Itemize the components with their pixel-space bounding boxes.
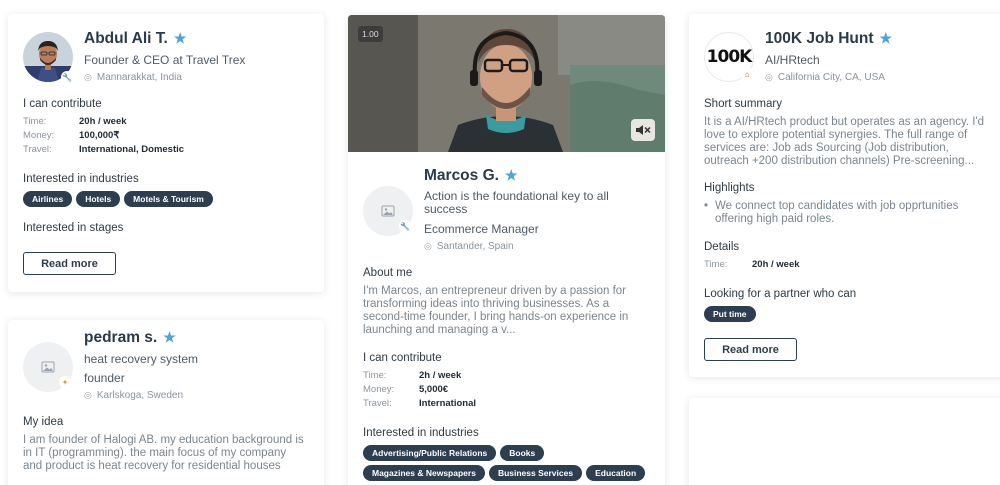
location-pin-icon: ◎ — [765, 72, 773, 82]
section-title-about: About me — [363, 267, 413, 279]
profile-name: 100K Job Hunt — [765, 30, 874, 47]
profile-tagline: Action is the foundational key to all su… — [424, 189, 609, 216]
partner-tags: Put time — [704, 306, 756, 322]
playback-rate[interactable]: 1.00 — [358, 26, 383, 42]
read-more-button[interactable]: Read more — [23, 252, 116, 275]
section-title-highlights: Highlights — [704, 182, 755, 194]
contribute-time: Time: 2h / week — [363, 370, 462, 381]
image-placeholder-icon — [381, 205, 395, 217]
profile-location: Santander, Spain — [436, 241, 514, 252]
section-title-summary: Short summary — [704, 98, 782, 110]
section-title-details: Details — [704, 241, 740, 253]
section-title-partner: Looking for a partner who can — [704, 288, 857, 300]
industry-tag: Business Services — [488, 465, 583, 481]
section-title-contribute: I can contribute — [363, 352, 442, 364]
profile-role: Ecommerce Manager — [424, 222, 539, 236]
about-text: I'm Marcos, an entrepreneur driven by a … — [363, 285, 629, 336]
profile-name: Marcos G. — [424, 167, 499, 184]
section-title-stages: Interested in stages — [23, 222, 124, 234]
intro-video[interactable]: 1.00 — [348, 15, 665, 152]
profile-role: AI/HRtech — [765, 53, 820, 67]
section-title-industries: Interested in industries — [363, 427, 479, 439]
industry-tags: Advertising/Public Relations Books Magaz… — [363, 445, 655, 481]
partner-tag: Put time — [704, 306, 756, 322]
star-icon: ★ — [879, 30, 893, 46]
star-icon: ★ — [163, 329, 176, 345]
contribute-time: Time: 20h / week — [23, 116, 127, 127]
profile-card-pedram[interactable]: ✦ pedram s. ★ heat recovery system founde… — [8, 320, 324, 485]
industry-tags: Airlines Hotels Motels & Tourism — [23, 191, 313, 207]
contribute-travel: Travel: International — [363, 398, 477, 409]
industry-tag: Hotels — [76, 191, 121, 207]
profile-card-100k-job-hunt[interactable]: 100K ⌂ 100K Job Hunt ★ AI/HRtech ◎ Califor… — [689, 14, 1000, 377]
bulb-badge-icon: ✦ — [59, 376, 71, 388]
section-title-contribute: I can contribute — [23, 98, 102, 110]
industry-tag: Advertising/Public Relations — [363, 445, 497, 461]
location-pin-icon: ◎ — [424, 241, 432, 251]
profile-location: Mannarakkat, India — [96, 72, 182, 83]
profile-location: Karlskoga, Sweden — [96, 390, 184, 401]
profile-location: California City, CA, USA — [777, 72, 885, 83]
company-logo-text: 100K — [706, 47, 753, 67]
contribute-travel: Travel: International, Domestic — [23, 144, 185, 155]
speaker-muted-icon[interactable] — [631, 119, 655, 141]
industry-tag: Books — [500, 445, 545, 461]
home-badge-icon: ⌂ — [741, 68, 753, 80]
wrench-badge-icon: 🔧 — [61, 71, 73, 83]
idea-text: I am founder of Halogi AB. my education … — [23, 434, 304, 472]
industry-tag: Airlines — [23, 191, 73, 207]
profile-role: Founder & CEO at Travel Trex — [84, 53, 246, 67]
profile-name: pedram s. — [84, 329, 158, 346]
highlight-item: We connect top candidates with job opprt… — [704, 200, 989, 226]
profile-card-partial[interactable] — [689, 398, 1000, 485]
highlights-list: We connect top candidates with job opprt… — [704, 200, 989, 226]
profile-name: Abdul Ali T. — [84, 30, 168, 47]
star-icon: ★ — [504, 167, 518, 183]
video-frame — [348, 15, 665, 152]
image-placeholder-icon — [41, 361, 55, 373]
read-more-button[interactable]: Read more — [704, 338, 797, 361]
industry-tag: Magazines & Newspapers — [363, 465, 485, 481]
profile-tagline: heat recovery system — [84, 352, 199, 366]
industry-tag: Education — [586, 465, 646, 481]
profile-card-abdul[interactable]: 🔧 Abdul Ali T. ★ Founder & CEO at Travel … — [8, 14, 324, 292]
contribute-money: Money: 100,000₹ — [23, 130, 120, 141]
details-time: Time: 20h / week — [704, 259, 800, 270]
profile-card-marcos[interactable]: 1.00 🔧 Marcos G. ★ Action is the foundati… — [348, 15, 665, 485]
location-pin-icon: ◎ — [84, 390, 92, 400]
section-title-idea: My idea — [23, 416, 64, 428]
industry-tag: Motels & Tourism — [124, 191, 213, 207]
star-icon: ★ — [173, 30, 187, 46]
location-pin-icon: ◎ — [84, 72, 92, 82]
profile-role: founder — [84, 371, 125, 385]
section-title-industries: Interested in industries — [23, 173, 139, 185]
contribute-money: Money: 5,000€ — [363, 384, 449, 395]
summary-text: It is a AI/HRtech product but operates a… — [704, 116, 985, 167]
wrench-badge-icon: 🔧 — [399, 220, 411, 232]
